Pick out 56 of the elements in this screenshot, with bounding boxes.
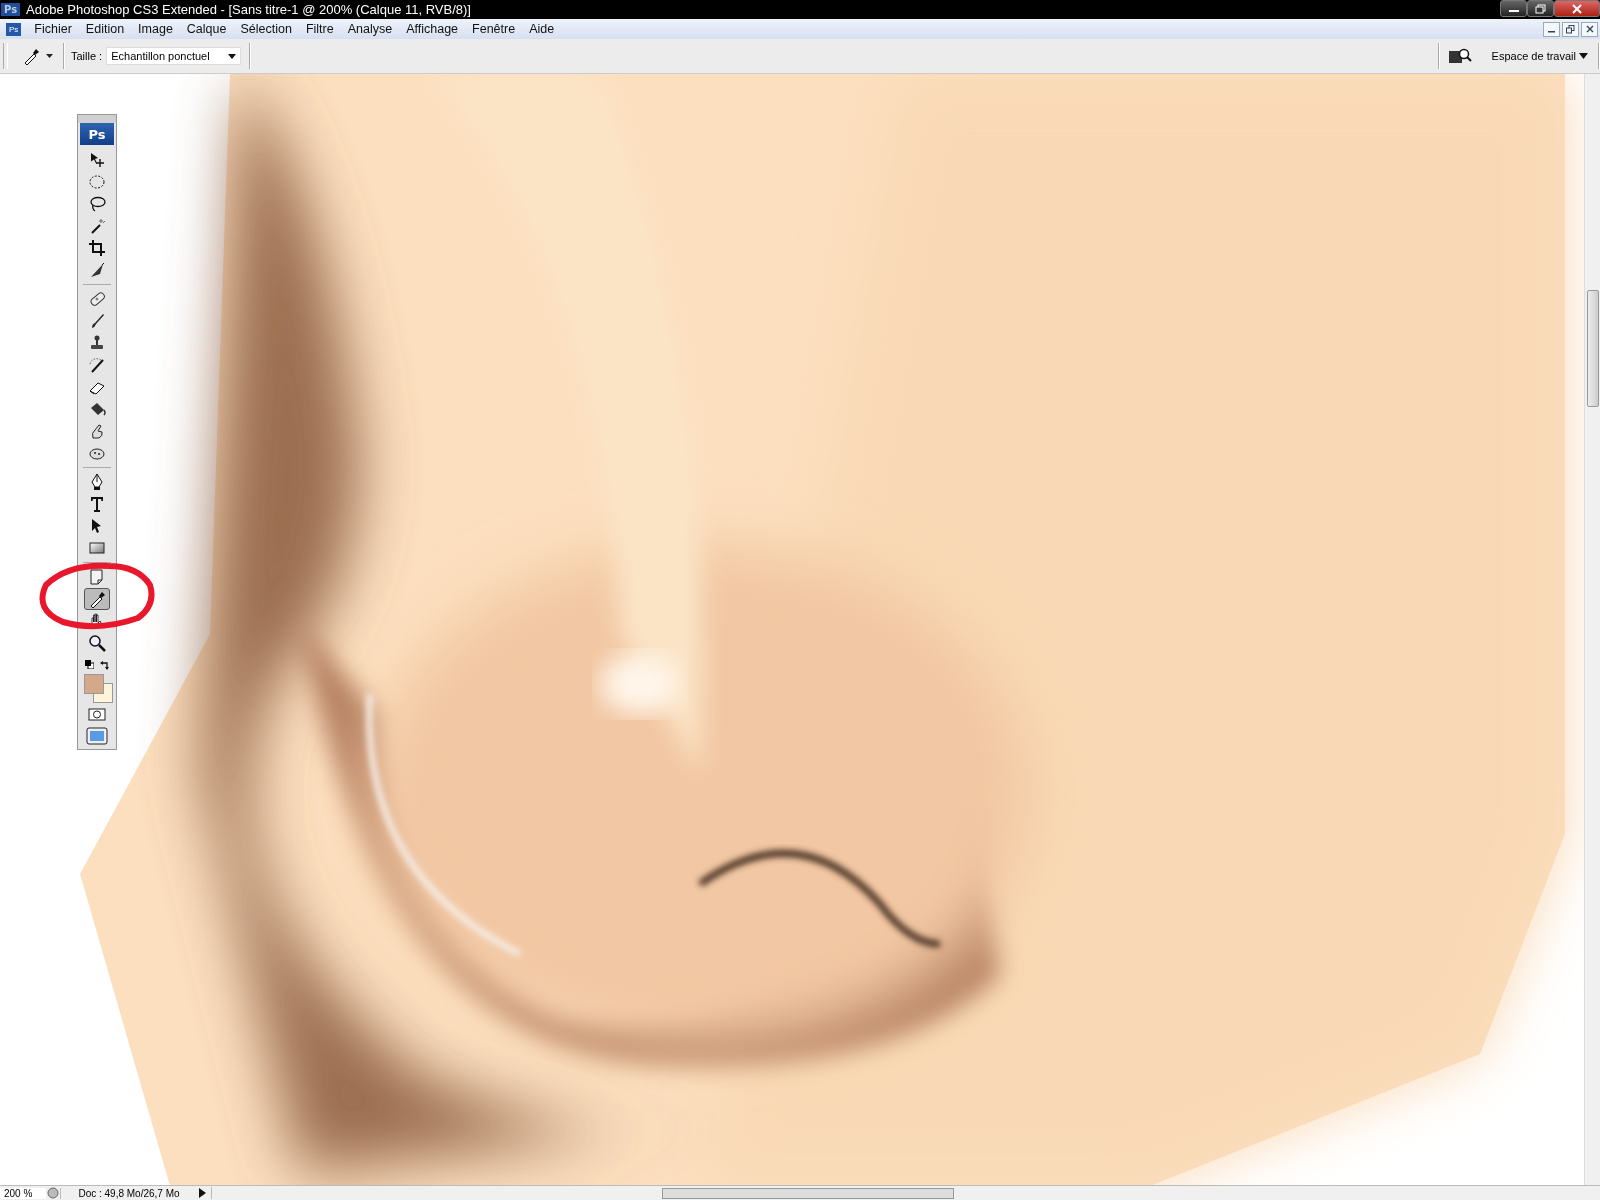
menu-item[interactable]: Edition [78, 22, 132, 36]
menu-item[interactable]: Image [131, 22, 180, 36]
bridge-search-icon[interactable] [1447, 47, 1472, 65]
menu-item[interactable]: Analyse [340, 22, 400, 36]
menu-item[interactable]: Calque [179, 22, 234, 36]
menu-item[interactable]: Fichier [27, 22, 79, 36]
eyedropper-icon [88, 590, 106, 608]
screen-mode-icon[interactable] [86, 727, 108, 745]
preview-icon[interactable] [46, 1187, 60, 1199]
foreground-color-swatch[interactable] [84, 674, 104, 694]
menu-item[interactable]: Aide [522, 22, 562, 36]
ellipse-icon [88, 173, 106, 191]
vertical-scrollbar[interactable] [1584, 74, 1600, 1185]
minimize-button[interactable] [1543, 21, 1560, 37]
caret-icon [228, 53, 237, 59]
caret-icon [1579, 53, 1588, 59]
play-icon[interactable] [197, 1187, 207, 1199]
magnifier-icon [88, 634, 106, 652]
document-badge: Ps [6, 22, 22, 36]
size-label: Taille : [71, 50, 103, 62]
close-icon [1571, 3, 1583, 14]
restore-icon [1566, 24, 1575, 34]
document-size: Doc : 49,8 Mo/26,7 Mo [60, 1187, 197, 1199]
minimize-button[interactable] [1500, 0, 1527, 17]
move-tool-icon [88, 151, 106, 169]
caret-icon [46, 54, 53, 58]
history-brush-icon [88, 356, 106, 374]
menu-item[interactable]: Filtre [298, 22, 341, 36]
maximize-button[interactable] [1527, 0, 1554, 17]
zoom-level[interactable]: 200 % [0, 1187, 46, 1199]
close-button[interactable] [1554, 0, 1600, 17]
menu-item[interactable]: Sélection [233, 22, 299, 36]
panel-grip[interactable] [78, 115, 116, 123]
eyedropper-icon [22, 47, 40, 65]
close-icon [1585, 25, 1594, 33]
workspace-button[interactable]: Espace de travail [1485, 50, 1598, 62]
tool-button[interactable] [84, 588, 110, 610]
restore-icon [1534, 3, 1547, 14]
restore-button[interactable] [1562, 21, 1579, 37]
quick-mask-icon[interactable] [88, 708, 106, 721]
rectangle-icon [88, 539, 106, 557]
type-icon [88, 495, 106, 513]
lasso-icon [88, 195, 106, 213]
menu-item[interactable]: Fenêtre [465, 22, 523, 36]
close-button[interactable] [1581, 21, 1598, 37]
knife-icon [88, 261, 106, 279]
stamp-icon [88, 334, 106, 352]
swap-colors-icon[interactable] [99, 660, 110, 670]
default-colors-icon[interactable] [84, 660, 94, 669]
window-title: Adobe Photoshop CS3 Extended - [Sans titre-1 @ 200% (Calque 11, RVB/8)] [26, 2, 471, 17]
size-dropdown[interactable]: Echantillon ponctuel [106, 47, 242, 65]
app-logo: Ps [80, 123, 114, 145]
crop-icon [88, 239, 106, 257]
menu-item[interactable]: Affichage [399, 22, 466, 36]
note-icon [88, 568, 106, 586]
app-badge: Ps [1, 3, 21, 16]
